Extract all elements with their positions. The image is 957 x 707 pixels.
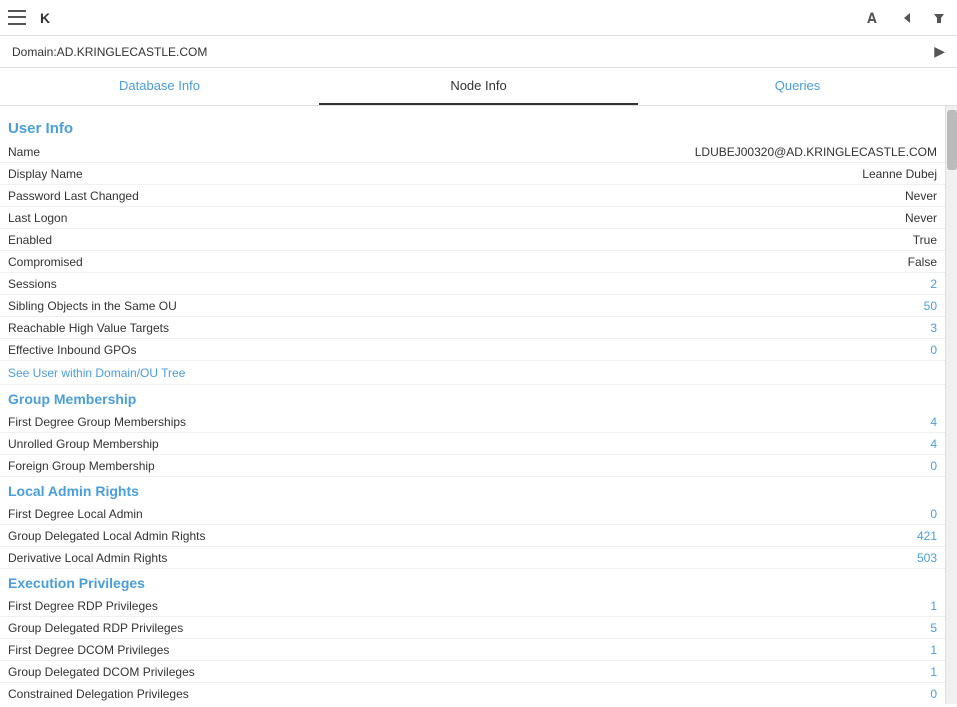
row-unrolled-group: Unrolled Group Membership 4 xyxy=(0,433,945,455)
row-group-delegated-admin-label: Group Delegated Local Admin Rights xyxy=(8,529,205,543)
local-admin-rights-section-header: Local Admin Rights xyxy=(0,477,945,503)
row-name: Name LDUBEJ00320@AD.KRINGLECASTLE.COM xyxy=(0,141,945,163)
row-enabled-value: True xyxy=(913,233,937,247)
row-compromised-label: Compromised xyxy=(8,255,83,269)
row-group-delegated-rdp-value[interactable]: 5 xyxy=(930,621,937,635)
row-group-delegated-rdp-label: Group Delegated RDP Privileges xyxy=(8,621,183,635)
row-first-degree-local-admin: First Degree Local Admin 0 xyxy=(0,503,945,525)
row-name-label: Name xyxy=(8,145,40,159)
row-name-value: LDUBEJ00320@AD.KRINGLECASTLE.COM xyxy=(695,145,937,159)
tab-node-info[interactable]: Node Info xyxy=(319,68,638,105)
see-user-link-row: See User within Domain/OU Tree xyxy=(0,361,945,385)
row-enabled: Enabled True xyxy=(0,229,945,251)
row-group-delegated-dcom-value[interactable]: 1 xyxy=(930,665,937,679)
breadcrumb-text: Domain:AD.KRINGLECASTLE.COM xyxy=(12,45,207,59)
row-foreign-group-label: Foreign Group Membership xyxy=(8,459,155,473)
app-title: K xyxy=(40,10,865,26)
row-unrolled-group-label: Unrolled Group Membership xyxy=(8,437,159,451)
row-first-degree-dcom: First Degree DCOM Privileges 1 xyxy=(0,639,945,661)
top-bar: K 𝐀 xyxy=(0,0,957,36)
row-reachable-label: Reachable High Value Targets xyxy=(8,321,169,335)
row-constrained-delegation-label: Constrained Delegation Privileges xyxy=(8,687,189,701)
search-icon[interactable]: 𝐀 xyxy=(865,8,885,28)
row-last-logon-label: Last Logon xyxy=(8,211,67,225)
top-bar-actions: 𝐀 xyxy=(865,8,949,28)
row-foreign-group: Foreign Group Membership 0 xyxy=(0,455,945,477)
row-display-name: Display Name Leanne Dubej xyxy=(0,163,945,185)
row-constrained-delegation-value[interactable]: 0 xyxy=(930,687,937,701)
row-first-degree-rdp-value[interactable]: 1 xyxy=(930,599,937,613)
row-group-delegated-local-admin: Group Delegated Local Admin Rights 421 xyxy=(0,525,945,547)
row-gpos-value[interactable]: 0 xyxy=(930,343,937,357)
row-first-degree-admin-value[interactable]: 0 xyxy=(930,507,937,521)
tab-database-info[interactable]: Database Info xyxy=(0,68,319,105)
row-enabled-label: Enabled xyxy=(8,233,52,247)
row-gpos-label: Effective Inbound GPOs xyxy=(8,343,137,357)
svg-text:𝐀: 𝐀 xyxy=(867,10,877,26)
row-foreign-group-value[interactable]: 0 xyxy=(930,459,937,473)
group-membership-section-header: Group Membership xyxy=(0,385,945,411)
filter-icon[interactable] xyxy=(929,8,949,28)
row-password-label: Password Last Changed xyxy=(8,189,139,203)
breadcrumb-bar: Domain:AD.KRINGLECASTLE.COM ▶ xyxy=(0,36,957,68)
row-sessions-label: Sessions xyxy=(8,277,57,291)
row-last-logon-value: Never xyxy=(905,211,937,225)
row-first-degree-dcom-label: First Degree DCOM Privileges xyxy=(8,643,169,657)
row-password-last-changed: Password Last Changed Never xyxy=(0,185,945,207)
row-unrolled-group-value[interactable]: 4 xyxy=(930,437,937,451)
scrollable-content: User Info Name LDUBEJ00320@AD.KRINGLECAS… xyxy=(0,106,945,704)
tab-queries[interactable]: Queries xyxy=(638,68,957,105)
row-first-degree-rdp: First Degree RDP Privileges 1 xyxy=(0,595,945,617)
row-group-delegated-admin-value[interactable]: 421 xyxy=(917,529,937,543)
scrollbar-thumb[interactable] xyxy=(947,110,957,170)
row-constrained-delegation: Constrained Delegation Privileges 0 xyxy=(0,683,945,704)
content-area: User Info Name LDUBEJ00320@AD.KRINGLECAS… xyxy=(0,106,957,704)
row-reachable-value[interactable]: 3 xyxy=(930,321,937,335)
row-derivative-local-admin: Derivative Local Admin Rights 503 xyxy=(0,547,945,569)
see-user-link[interactable]: See User within Domain/OU Tree xyxy=(8,366,185,380)
row-group-delegated-dcom: Group Delegated DCOM Privileges 1 xyxy=(0,661,945,683)
row-sibling-objects: Sibling Objects in the Same OU 50 xyxy=(0,295,945,317)
row-first-degree-dcom-value[interactable]: 1 xyxy=(930,643,937,657)
user-info-section-header: User Info xyxy=(0,114,945,141)
execution-privileges-section-header: Execution Privileges xyxy=(0,569,945,595)
row-sessions: Sessions 2 xyxy=(0,273,945,295)
row-sessions-value[interactable]: 2 xyxy=(930,277,937,291)
row-display-name-value: Leanne Dubej xyxy=(862,167,937,181)
breadcrumb-expand-icon[interactable]: ▶ xyxy=(934,43,945,60)
row-first-degree-admin-label: First Degree Local Admin xyxy=(8,507,143,521)
tabs-container: Database Info Node Info Queries xyxy=(0,68,957,106)
row-effective-inbound-gpos: Effective Inbound GPOs 0 xyxy=(0,339,945,361)
row-sibling-label: Sibling Objects in the Same OU xyxy=(8,299,177,313)
row-group-delegated-rdp: Group Delegated RDP Privileges 5 xyxy=(0,617,945,639)
back-icon[interactable] xyxy=(897,8,917,28)
row-last-logon: Last Logon Never xyxy=(0,207,945,229)
row-display-name-label: Display Name xyxy=(8,167,83,181)
scrollbar[interactable] xyxy=(945,106,957,704)
row-first-degree-rdp-label: First Degree RDP Privileges xyxy=(8,599,158,613)
row-derivative-admin-value[interactable]: 503 xyxy=(917,551,937,565)
row-first-degree-group: First Degree Group Memberships 4 xyxy=(0,411,945,433)
row-derivative-admin-label: Derivative Local Admin Rights xyxy=(8,551,167,565)
row-group-delegated-dcom-label: Group Delegated DCOM Privileges xyxy=(8,665,195,679)
row-password-value: Never xyxy=(905,189,937,203)
row-first-degree-group-label: First Degree Group Memberships xyxy=(8,415,186,429)
row-sibling-value[interactable]: 50 xyxy=(924,299,937,313)
row-compromised-value: False xyxy=(908,255,937,269)
row-first-degree-group-value[interactable]: 4 xyxy=(930,415,937,429)
row-compromised: Compromised False xyxy=(0,251,945,273)
menu-icon[interactable] xyxy=(8,8,28,28)
row-reachable-high-value: Reachable High Value Targets 3 xyxy=(0,317,945,339)
